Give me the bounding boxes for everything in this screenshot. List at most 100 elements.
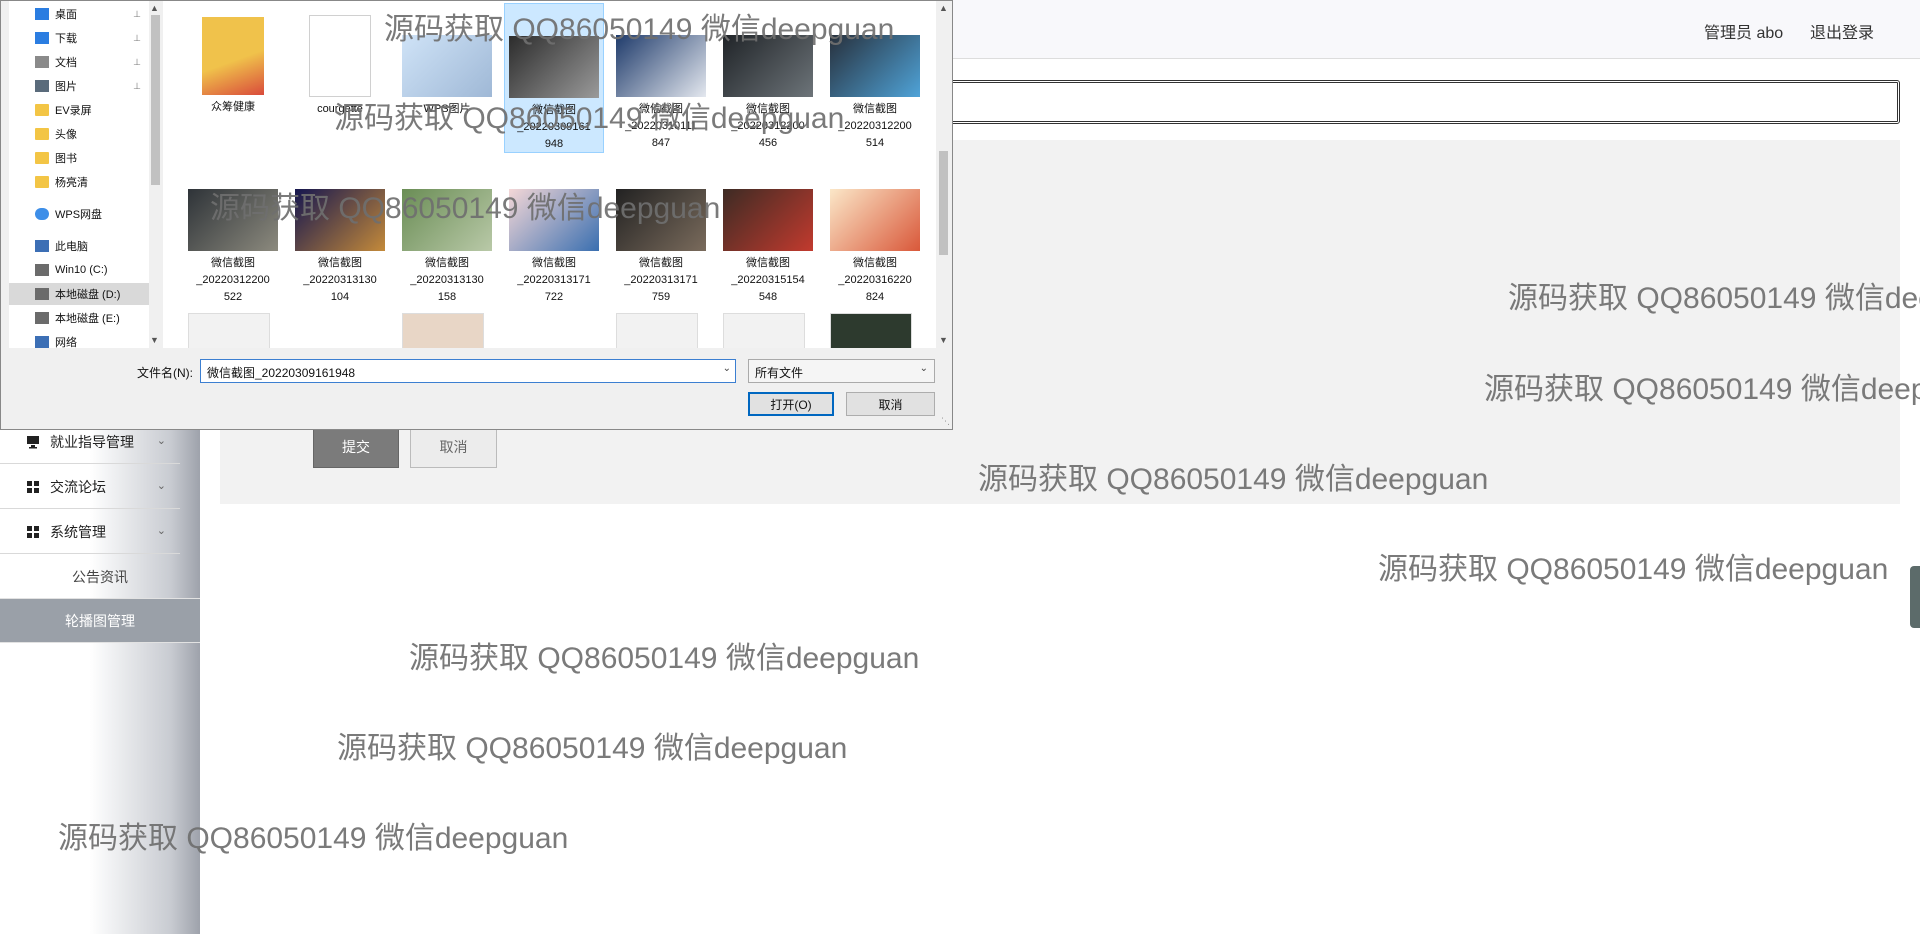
file-item[interactable]: 微信截图 _20220313130 158	[397, 157, 497, 307]
file-item[interactable]: 微信截图 _20220310111 847	[611, 3, 711, 153]
nav-item[interactable]: 杨亮清	[9, 171, 149, 193]
file-name: 微信截图 _20220316220 824	[838, 257, 912, 303]
file-item[interactable]: 微信截图 _20220312200 514	[825, 3, 925, 153]
file-name: 微信截图 _20220310111 847	[625, 103, 697, 149]
grid-icon	[26, 525, 40, 539]
image-thumbnail[interactable]	[723, 313, 805, 348]
nav-item[interactable]: EV录屏	[9, 99, 149, 121]
open-button[interactable]: 打开(O)	[748, 392, 834, 416]
folder-icon	[35, 128, 49, 140]
nav-item-label: 头像	[55, 129, 77, 141]
sidebar-item-label: 就业指导管理	[50, 433, 134, 450]
file-name: 众筹健康	[211, 101, 255, 113]
scroll-up-icon[interactable]: ▲	[150, 3, 159, 13]
nav-item[interactable]: WPS网盘	[9, 203, 149, 225]
drive-icon	[35, 264, 49, 276]
file-item[interactable]: 微信截图 _20220315154 548	[718, 157, 818, 307]
resize-grip-icon[interactable]: ⋱	[941, 416, 950, 427]
sidebar-subitem-carousel[interactable]: 轮播图管理	[0, 599, 200, 643]
cancel-button[interactable]: 取消	[410, 426, 497, 468]
filename-input[interactable]: 微信截图_20220309161948 ⌄	[200, 359, 736, 383]
file-name: 微信截图 _20220312200 456	[731, 103, 805, 149]
document-icon	[35, 56, 49, 68]
nav-item[interactable]: 桌面 ⊥	[9, 3, 149, 25]
file-name: 微信截图 _20220313171 722	[517, 257, 591, 303]
file-item[interactable]: 微信截图 _20220313130 104	[290, 157, 390, 307]
sidebar-item-forum[interactable]: 交流论坛 ⌄	[0, 465, 180, 509]
sidebar-subitem-announcements[interactable]: 公告资讯	[0, 555, 200, 599]
watermark-text: 源码获取 QQ86050149 微信deepguan	[1378, 553, 1889, 586]
file-item[interactable]: 微信截图 _20220312200 522	[183, 157, 283, 307]
cloud-icon	[35, 208, 49, 220]
nav-item-label: WPS网盘	[55, 209, 103, 221]
watermark-text: 源码获取 QQ86050149 微信deepguan	[409, 642, 920, 675]
nav-item-label: Win10 (C:)	[55, 264, 108, 276]
filetype-select[interactable]: 所有文件 ⌄	[748, 359, 935, 383]
image-thumbnail[interactable]	[402, 313, 484, 348]
logout-link[interactable]: 退出登录	[1810, 19, 1874, 43]
submit-button[interactable]: 提交	[313, 426, 399, 468]
pin-icon: ⊥	[133, 32, 141, 43]
image-thumbnail	[723, 189, 813, 251]
monitor-icon	[26, 435, 40, 449]
folder-icon	[35, 176, 49, 188]
scroll-down-icon[interactable]: ▼	[150, 335, 159, 345]
image-thumbnail[interactable]	[188, 313, 270, 348]
nav-item[interactable]: 图片 ⊥	[9, 75, 149, 97]
chevron-down-icon: ⌄	[156, 435, 166, 447]
file-name: 微信截图 _20220309161 948	[517, 104, 591, 150]
sidebar-item-label: 系统管理	[50, 523, 106, 540]
nav-item[interactable]: 本地磁盘 (D:)	[9, 283, 149, 305]
nav-item[interactable]: 文档 ⊥	[9, 51, 149, 73]
image-thumbnail	[616, 35, 706, 97]
file-item[interactable]: 微信截图 _20220313171 759	[611, 157, 711, 307]
scrollbar-thumb[interactable]	[151, 15, 160, 185]
image-thumbnail	[295, 189, 385, 251]
nav-item[interactable]: Win10 (C:)	[9, 259, 149, 281]
document-icon	[309, 15, 371, 97]
drive-icon	[35, 312, 49, 324]
scrollbar-thumb[interactable]	[939, 151, 948, 255]
chevron-down-icon: ⌄	[156, 480, 166, 492]
file-item[interactable]: 微信截图 _20220316220 824	[825, 157, 925, 307]
file-name: 微信截图 _20220312200 522	[196, 257, 270, 303]
image-thumbnail[interactable]	[830, 313, 912, 348]
file-item[interactable]: 众筹健康	[183, 3, 283, 153]
image-thumbnail	[509, 36, 599, 98]
nav-item-label: 文档	[55, 57, 77, 69]
scroll-down-icon[interactable]: ▼	[939, 335, 948, 345]
nav-item[interactable]: 此电脑	[9, 235, 149, 257]
file-name: 微信截图 _20220313130 104	[303, 257, 377, 303]
watermark-text: 源码获取 QQ86050149 微信deepguan	[337, 732, 848, 765]
file-item[interactable]: WPS图片	[397, 3, 497, 153]
nav-item-label: 本地磁盘 (E:)	[55, 313, 120, 325]
nav-item[interactable]: 本地磁盘 (E:)	[9, 307, 149, 329]
folder-icon	[202, 17, 264, 95]
file-item[interactable]: courgette	[290, 3, 390, 153]
navigation-scrollbar[interactable]: ▲ ▼	[149, 1, 162, 348]
file-item[interactable]: 微信截图 _20220313171 722	[504, 157, 604, 307]
nav-item[interactable]: 网络	[9, 331, 149, 348]
nav-item-label: 本地磁盘 (D:)	[55, 289, 121, 301]
image-upload-field[interactable]	[900, 80, 1900, 124]
scroll-up-icon[interactable]: ▲	[939, 3, 948, 13]
chevron-down-icon[interactable]: ⌄	[723, 363, 731, 374]
desktop-icon	[35, 8, 49, 20]
filename-label: 文件名(N):	[137, 366, 193, 380]
file-list-scrollbar[interactable]: ▲ ▼	[936, 1, 951, 348]
nav-item[interactable]: 图书	[9, 147, 149, 169]
image-thumbnail	[830, 35, 920, 97]
file-item[interactable]: 微信截图 _20220312200 456	[718, 3, 818, 153]
picture-icon	[35, 80, 49, 92]
computer-icon	[35, 240, 49, 252]
file-name: 微信截图 _20220313130 158	[410, 257, 484, 303]
dialog-cancel-button[interactable]: 取消	[846, 392, 935, 416]
nav-item[interactable]: 下载 ⊥	[9, 27, 149, 49]
side-handle[interactable]	[1910, 566, 1920, 628]
sidebar-item-system[interactable]: 系统管理 ⌄	[0, 510, 180, 554]
file-item[interactable]: 微信截图 _20220309161 948	[504, 3, 604, 153]
image-thumbnail	[509, 189, 599, 251]
pin-icon: ⊥	[133, 80, 141, 91]
nav-item[interactable]: 头像	[9, 123, 149, 145]
image-thumbnail[interactable]	[616, 313, 698, 348]
